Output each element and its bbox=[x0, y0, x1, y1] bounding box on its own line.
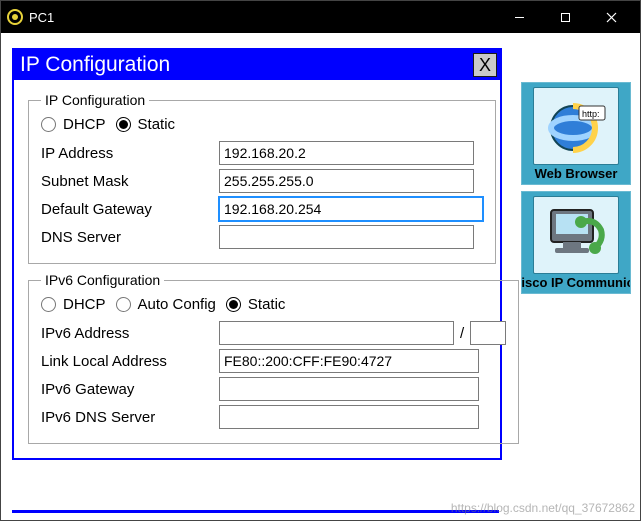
web-browser-caption: Web Browser bbox=[524, 167, 628, 182]
window-title: PC1 bbox=[29, 10, 54, 25]
link-local-input[interactable] bbox=[219, 349, 479, 373]
phone-icon bbox=[533, 196, 619, 274]
subnet-mask-input[interactable] bbox=[219, 169, 474, 193]
dialog-close-button[interactable]: X bbox=[473, 53, 497, 77]
maximize-button[interactable] bbox=[542, 1, 588, 33]
ipv4-static-label: Static bbox=[138, 116, 176, 133]
close-button[interactable] bbox=[588, 1, 634, 33]
ip-config-dialog: IP Configuration X IP Configuration DHCP… bbox=[12, 48, 502, 460]
link-local-label: Link Local Address bbox=[41, 353, 219, 370]
ipv6-dhcp-label: DHCP bbox=[63, 296, 106, 313]
client-area: IP Configuration X IP Configuration DHCP… bbox=[2, 34, 639, 519]
ipv6-dhcp-option[interactable]: DHCP bbox=[41, 296, 106, 313]
app-icon bbox=[7, 9, 23, 25]
ipv6-auto-label: Auto Config bbox=[138, 296, 216, 313]
ipv6-prefix-input[interactable] bbox=[470, 321, 506, 345]
ipv4-static-radio[interactable] bbox=[116, 117, 131, 132]
dialog-header[interactable]: IP Configuration X bbox=[14, 50, 500, 80]
ipv6-static-radio[interactable] bbox=[226, 297, 241, 312]
ipv6-gateway-input[interactable] bbox=[219, 377, 479, 401]
ipv6-dhcp-radio[interactable] bbox=[41, 297, 56, 312]
ipv4-dhcp-radio[interactable] bbox=[41, 117, 56, 132]
minimize-icon bbox=[514, 12, 525, 23]
ipv6-gateway-label: IPv6 Gateway bbox=[41, 381, 219, 398]
ipv6-address-input[interactable] bbox=[219, 321, 454, 345]
ipv4-legend: IP Configuration bbox=[41, 92, 149, 108]
cisco-ip-caption: Cisco IP Communicator bbox=[521, 276, 631, 291]
titlebar[interactable]: PC1 bbox=[1, 1, 640, 33]
ipv6-legend: IPv6 Configuration bbox=[41, 272, 164, 288]
default-gateway-label: Default Gateway bbox=[41, 201, 219, 218]
close-icon bbox=[606, 12, 617, 23]
side-dock: http: Web Browser C bbox=[521, 82, 631, 294]
ipv6-mode-row: DHCP Auto Config Static bbox=[41, 296, 506, 313]
dns-server-label: DNS Server bbox=[41, 229, 219, 246]
ipv4-static-option[interactable]: Static bbox=[116, 116, 176, 133]
ipv4-dhcp-option[interactable]: DHCP bbox=[41, 116, 106, 133]
prefix-slash: / bbox=[460, 325, 464, 342]
web-browser-icon: http: bbox=[533, 87, 619, 165]
ip-address-input[interactable] bbox=[219, 141, 474, 165]
dialog-body: IP Configuration DHCP Static IP Address bbox=[14, 80, 500, 458]
ipv4-group: IP Configuration DHCP Static IP Address bbox=[28, 92, 496, 264]
os-window: PC1 IP Configuration X IP Configuration bbox=[0, 0, 641, 521]
dialog-title: IP Configuration bbox=[20, 53, 473, 77]
dialog-bottom-border-fragment bbox=[12, 510, 499, 513]
ip-address-label: IP Address bbox=[41, 145, 219, 162]
dns-server-input[interactable] bbox=[219, 225, 474, 249]
svg-text:http:: http: bbox=[582, 109, 600, 119]
default-gateway-input[interactable] bbox=[219, 197, 483, 221]
ipv6-dns-label: IPv6 DNS Server bbox=[41, 409, 219, 426]
ipv4-mode-row: DHCP Static bbox=[41, 116, 483, 133]
web-browser-launcher[interactable]: http: Web Browser bbox=[521, 82, 631, 185]
ipv6-static-label: Static bbox=[248, 296, 286, 313]
maximize-icon bbox=[560, 12, 571, 23]
ipv6-group: IPv6 Configuration DHCP Auto Config S bbox=[28, 272, 519, 444]
cisco-ip-communicator-launcher[interactable]: Cisco IP Communicator bbox=[521, 191, 631, 294]
subnet-mask-label: Subnet Mask bbox=[41, 173, 219, 190]
ipv6-address-label: IPv6 Address bbox=[41, 325, 219, 342]
ipv6-dns-input[interactable] bbox=[219, 405, 479, 429]
minimize-button[interactable] bbox=[496, 1, 542, 33]
ipv6-auto-option[interactable]: Auto Config bbox=[116, 296, 216, 313]
ipv6-auto-radio[interactable] bbox=[116, 297, 131, 312]
ipv4-dhcp-label: DHCP bbox=[63, 116, 106, 133]
ipv6-static-option[interactable]: Static bbox=[226, 296, 286, 313]
